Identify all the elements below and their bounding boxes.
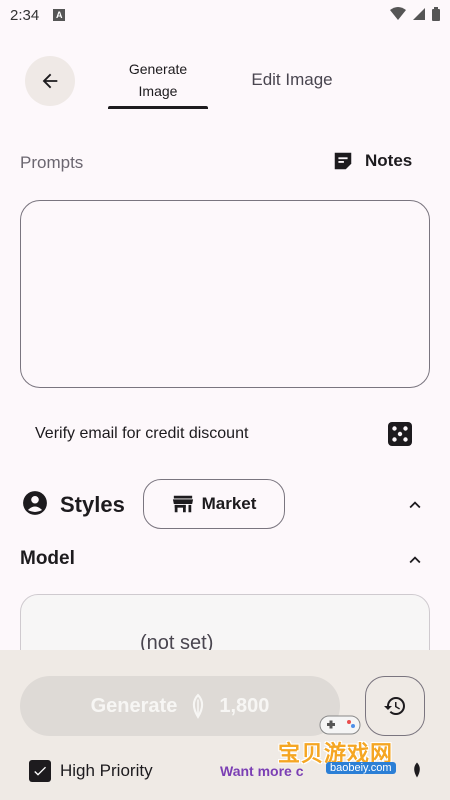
store-icon bbox=[172, 495, 193, 513]
generate-cost: 1,800 bbox=[219, 694, 270, 717]
prompts-label: Prompts bbox=[20, 153, 84, 172]
watermark-logo: 宝贝游戏网 baobeiy.com bbox=[278, 712, 418, 782]
status-icons bbox=[390, 7, 440, 21]
gamepad-icon bbox=[319, 715, 361, 735]
notes-label: Notes bbox=[365, 151, 413, 170]
tab-generate-image[interactable]: Generate Image bbox=[108, 58, 208, 110]
signal-icon bbox=[413, 8, 425, 20]
dice-icon[interactable] bbox=[387, 421, 413, 447]
high-priority-label: High Priority bbox=[60, 761, 153, 780]
market-button[interactable]: Market bbox=[143, 479, 285, 529]
battery-icon bbox=[432, 7, 440, 21]
active-tab-indicator bbox=[108, 106, 208, 109]
feather-icon bbox=[193, 693, 204, 719]
chevron-up-icon[interactable] bbox=[404, 494, 426, 516]
account-circle-icon bbox=[23, 491, 47, 515]
verify-email-link[interactable]: Verify email for credit discount bbox=[35, 425, 248, 443]
model-label: Model bbox=[20, 548, 75, 569]
high-priority-checkbox[interactable] bbox=[29, 760, 51, 782]
prompt-input[interactable] bbox=[20, 200, 430, 388]
generate-label: Generate bbox=[90, 694, 178, 717]
wifi-icon bbox=[390, 7, 406, 20]
notification-icon: A bbox=[53, 9, 66, 21]
check-icon bbox=[34, 766, 46, 776]
tab-edit-image[interactable]: Edit Image bbox=[232, 70, 352, 90]
back-button[interactable] bbox=[25, 56, 75, 106]
arrow-left-icon bbox=[42, 73, 58, 89]
styles-label: Styles bbox=[60, 492, 125, 517]
notes-icon bbox=[334, 152, 352, 170]
market-label: Market bbox=[201, 494, 257, 513]
notes-button[interactable]: Notes bbox=[332, 150, 412, 172]
watermark-url: baobeiy.com bbox=[326, 762, 396, 774]
status-bar: 2:34 A bbox=[0, 0, 450, 30]
status-time: 2:34 bbox=[10, 6, 40, 24]
chevron-up-icon[interactable] bbox=[404, 549, 426, 571]
